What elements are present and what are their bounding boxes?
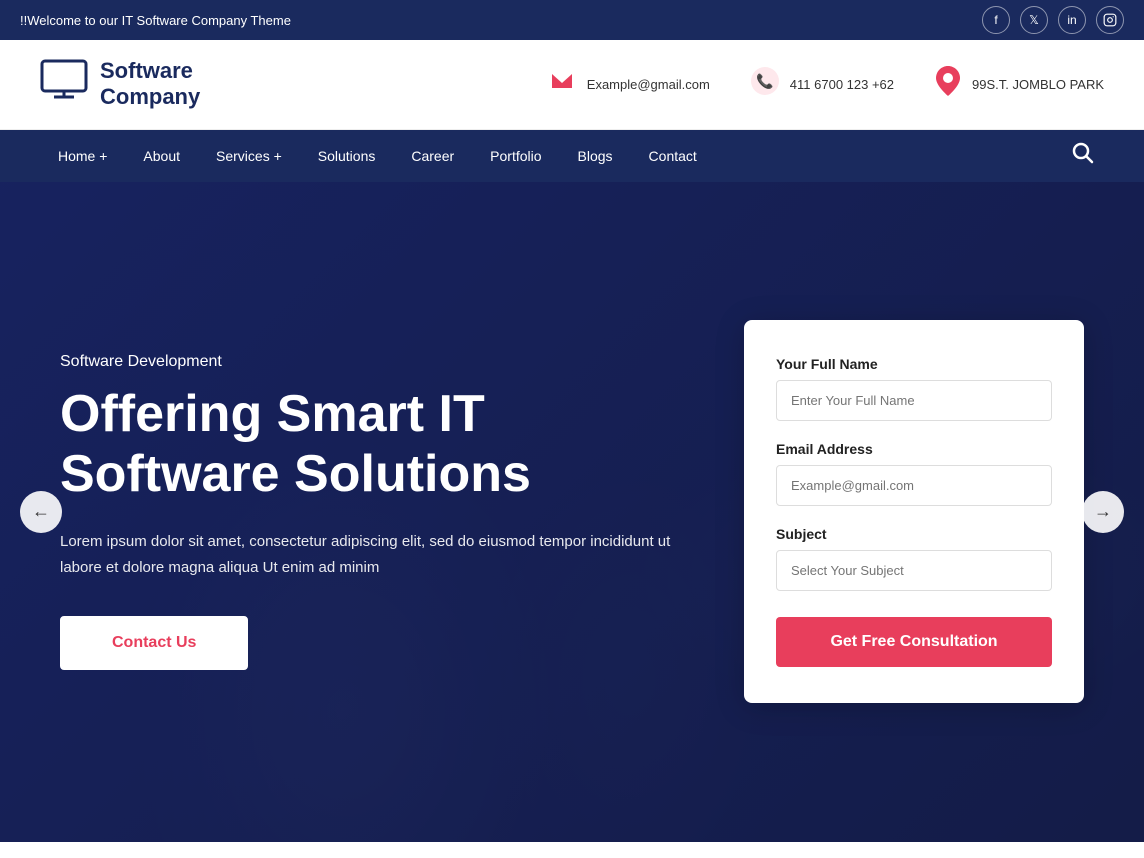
header: Software Company Example@gmail.com 📞 <box>0 40 1144 130</box>
consultation-form-card: Your Full Name Email Address Subject Get… <box>744 320 1084 703</box>
subject-group: Subject <box>776 526 1052 591</box>
email-label: Email Address <box>776 441 1052 457</box>
nav-about[interactable]: About <box>125 130 198 182</box>
twitter-icon[interactable]: 𝕏 <box>1020 6 1048 34</box>
monitor-icon <box>40 59 88 110</box>
location-icon <box>934 64 962 104</box>
nav-services[interactable]: Services + <box>198 130 300 182</box>
navbar: Home + About Services + Solutions Career… <box>0 130 1144 182</box>
hero-text: Software Development Offering Smart IT S… <box>60 353 744 670</box>
hero-description: Lorem ipsum dolor sit amet, consectetur … <box>60 529 704 580</box>
phone-icon: 📞 <box>750 66 780 102</box>
linkedin-icon[interactable]: in <box>1058 6 1086 34</box>
phone-contact: 📞 411 6700 123 +62 <box>750 66 894 102</box>
nav-portfolio[interactable]: Portfolio <box>472 130 559 182</box>
contact-us-button[interactable]: Contact Us <box>60 616 248 670</box>
nav-contact[interactable]: Contact <box>631 130 715 182</box>
nav-solutions[interactable]: Solutions <box>300 130 394 182</box>
hero-section: ← → Software Development Offering Smart … <box>0 182 1144 842</box>
hero-subtitle: Software Development <box>60 353 704 371</box>
email-input[interactable] <box>776 465 1052 506</box>
instagram-icon[interactable] <box>1096 6 1124 34</box>
full-name-label: Your Full Name <box>776 356 1052 372</box>
social-icons-group: f 𝕏 in <box>982 6 1124 34</box>
nav-home[interactable]: Home + <box>40 130 125 182</box>
welcome-text: !!Welcome to our IT Software Company The… <box>20 13 291 28</box>
facebook-icon[interactable]: f <box>982 6 1010 34</box>
full-name-input[interactable] <box>776 380 1052 421</box>
prev-slide-button[interactable]: ← <box>20 491 62 533</box>
nav-blogs[interactable]: Blogs <box>560 130 631 182</box>
phone-text: 411 6700 123 +62 <box>790 77 894 92</box>
nav-items: Home + About Services + Solutions Career… <box>40 130 715 182</box>
subject-input[interactable] <box>776 550 1052 591</box>
header-contacts: Example@gmail.com 📞 411 6700 123 +62 99S… <box>547 64 1104 104</box>
nav-career[interactable]: Career <box>393 130 472 182</box>
search-icon[interactable] <box>1062 132 1104 180</box>
email-group: Email Address <box>776 441 1052 506</box>
subject-label: Subject <box>776 526 1052 542</box>
get-consultation-button[interactable]: Get Free Consultation <box>776 617 1052 667</box>
location-text: 99S.T. JOMBLO PARK <box>972 77 1104 92</box>
location-contact: 99S.T. JOMBLO PARK <box>934 64 1104 104</box>
full-name-group: Your Full Name <box>776 356 1052 421</box>
svg-text:📞: 📞 <box>756 72 774 90</box>
top-bar: !!Welcome to our IT Software Company The… <box>0 0 1144 40</box>
email-text: Example@gmail.com <box>587 77 710 92</box>
logo[interactable]: Software Company <box>40 58 200 111</box>
email-contact: Example@gmail.com <box>547 66 710 102</box>
next-slide-button[interactable]: → <box>1082 491 1124 533</box>
hero-content: Software Development Offering Smart IT S… <box>0 182 1144 842</box>
hero-title: Offering Smart IT Software Solutions <box>60 385 704 505</box>
email-icon <box>547 66 577 102</box>
logo-text: Software Company <box>100 58 200 111</box>
